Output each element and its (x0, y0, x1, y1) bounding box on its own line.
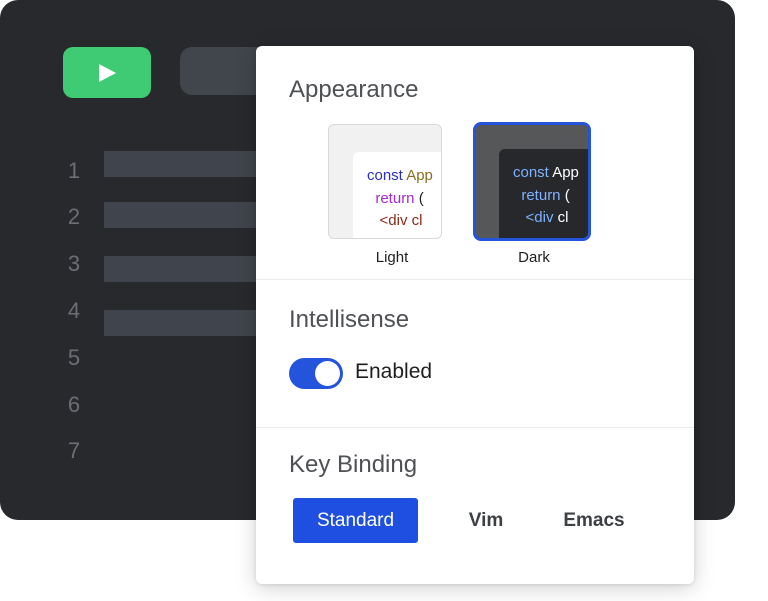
theme-label-light: Light (375, 249, 409, 266)
theme-preview-code: const App return ( <div cl (499, 149, 588, 238)
theme-option-light[interactable]: const App return ( <div cl (328, 124, 442, 239)
line-number: 4 (67, 298, 81, 323)
key-binding-heading: Key Binding (289, 451, 418, 478)
theme-label-dark: Dark (518, 249, 550, 266)
divider (256, 279, 694, 280)
toggle-knob (315, 361, 340, 386)
appearance-heading: Appearance (289, 76, 419, 103)
key-binding-emacs-button[interactable]: Emacs (549, 498, 639, 543)
theme-option-dark[interactable]: const App return ( <div cl (473, 122, 591, 241)
line-number: 3 (67, 251, 81, 276)
code-line-placeholder (104, 151, 264, 177)
intellisense-toggle[interactable] (289, 358, 343, 389)
divider (256, 427, 694, 428)
line-number: 5 (67, 345, 81, 370)
line-number: 2 (67, 204, 81, 229)
key-binding-vim-button[interactable]: Vim (446, 498, 526, 543)
settings-panel: Appearance const App return ( <div cl Li… (256, 46, 694, 584)
intellisense-heading: Intellisense (289, 306, 410, 333)
code-line-placeholder (104, 202, 264, 228)
code-line-placeholder (104, 256, 264, 282)
line-number: 1 (67, 158, 81, 183)
code-line-placeholder (104, 310, 264, 336)
run-button[interactable] (63, 47, 151, 98)
line-number: 6 (67, 392, 81, 417)
play-icon (99, 63, 116, 82)
theme-preview-code: const App return ( <div cl (353, 152, 441, 238)
line-number: 7 (67, 438, 81, 463)
key-binding-standard-button[interactable]: Standard (293, 498, 418, 543)
intellisense-toggle-label: Enabled (355, 360, 433, 383)
